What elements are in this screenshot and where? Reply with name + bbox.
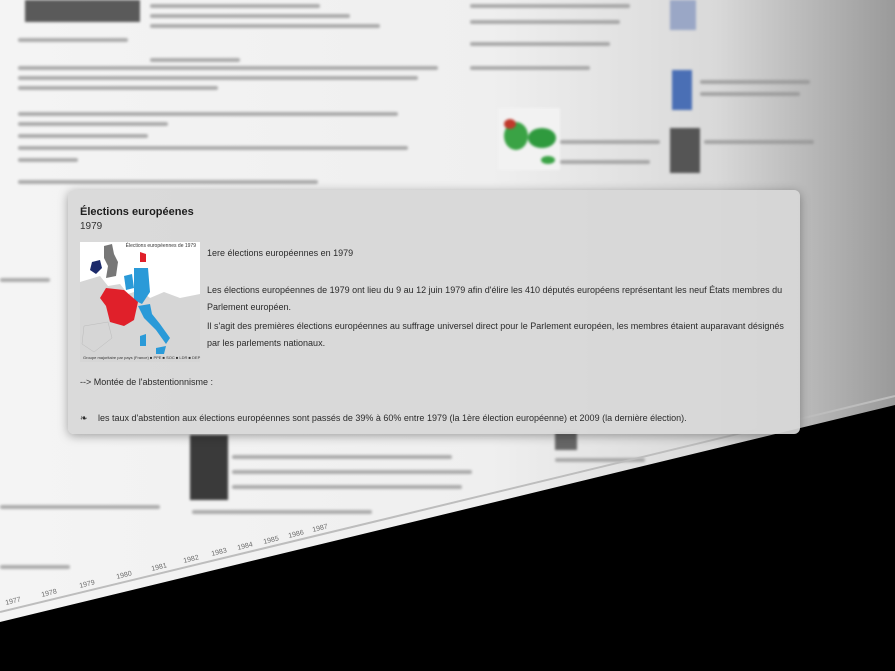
timeline-viewer: 1977 1978 1979 1980 1981 1982 1983 1984 … [0,0,895,671]
timeline-year: 1978 [41,588,58,599]
event-heading: 1ere élections européennes en 1979 [207,248,354,258]
event-paragraph: Les élections européennes de 1979 ont li… [207,285,783,312]
bullet-text: les taux d'abstention aux élections euro… [98,413,687,423]
timeline-year: 1983 [211,547,228,558]
map-title: Élections européennes de 1979 [125,243,196,249]
europe-map-image [80,242,200,362]
timeline-year: 1980 [116,570,133,581]
event-subheading: --> Montée de l'abstentionnisme : [80,377,214,387]
europe-election-map[interactable]: Élections européennes de 1979 Groupe maj… [80,242,200,362]
timeline-year: 1979 [79,579,96,590]
event-title: Élections européenes [80,206,194,218]
timeline-year: 1977 [5,596,22,607]
event-year: 1979 [80,221,103,232]
bullet-icon: ❧ [80,413,88,423]
timeline-year: 1984 [237,541,254,552]
timeline-year: 1982 [183,554,200,565]
event-bullet: ❧ les taux d'abstention aux élections eur… [80,410,687,427]
map-legend: Groupe majoritaire par pays (France) ■ P… [83,355,201,360]
event-paragraph: Il s'agit des premières élections europé… [207,321,784,348]
event-detail-popup[interactable]: Élections européenes 1979 Élections euro… [68,190,800,434]
